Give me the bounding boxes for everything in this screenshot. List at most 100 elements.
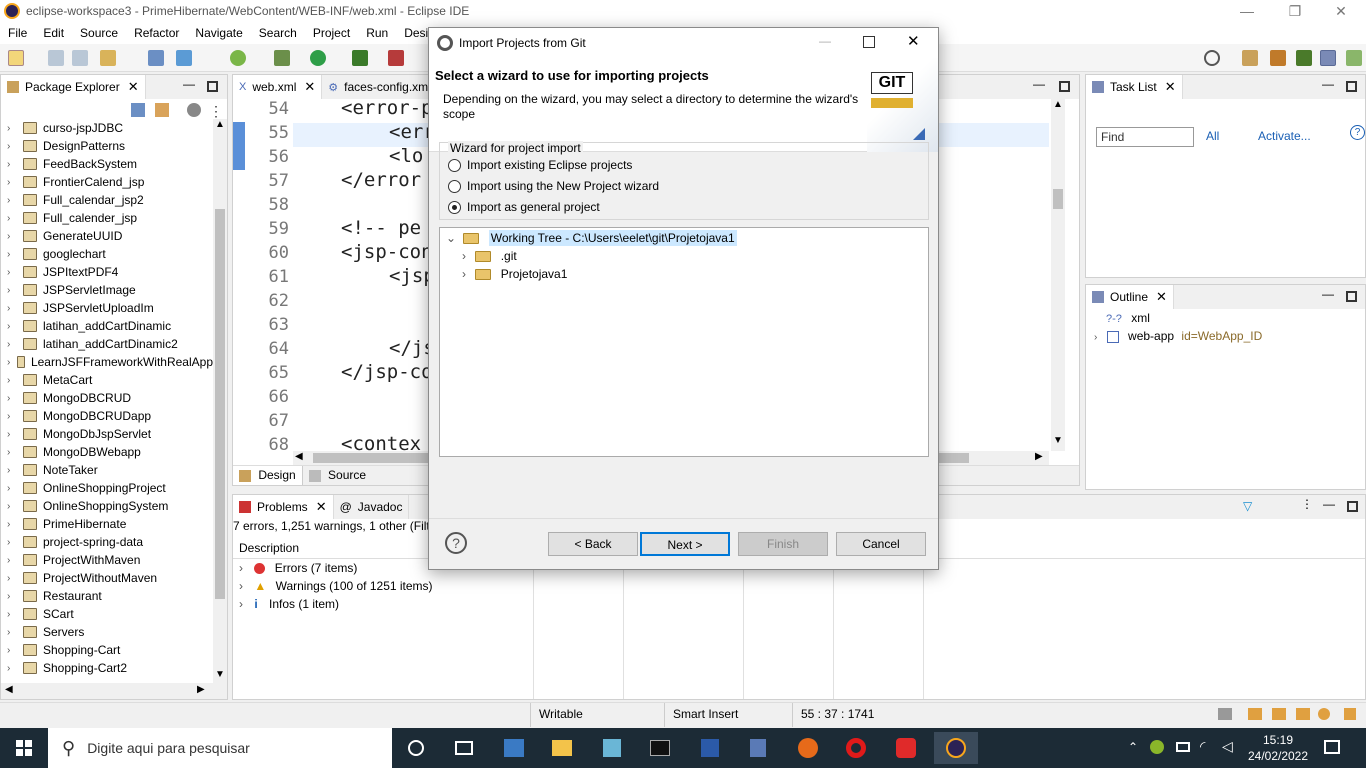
- outline-item-xml[interactable]: ?-? xml: [1106, 311, 1150, 325]
- tray-app-icon[interactable]: [1150, 740, 1164, 754]
- radio-existing-projects[interactable]: Import existing Eclipse projects: [448, 158, 632, 172]
- project-item[interactable]: › GenerateUUID: [1, 227, 213, 245]
- refresh-icon[interactable]: [230, 50, 246, 66]
- project-item[interactable]: › FrontierCalend_jsp: [1, 173, 213, 191]
- chevron-right-icon[interactable]: ›: [7, 321, 19, 332]
- project-item[interactable]: › JSPItextPDF4: [1, 263, 213, 281]
- minimize-view-button[interactable]: —: [1322, 77, 1334, 91]
- file-explorer-icon[interactable]: [540, 732, 584, 764]
- wifi-icon[interactable]: ◜: [1200, 738, 1205, 755]
- close-icon[interactable]: ✕: [316, 499, 327, 515]
- minimize-view-button[interactable]: —: [1323, 497, 1335, 511]
- project-item[interactable]: › latihan_addCartDinamic: [1, 317, 213, 335]
- menu-refactor[interactable]: Refactor: [126, 26, 187, 40]
- tab-design[interactable]: Design: [233, 466, 303, 485]
- chevron-right-icon[interactable]: ›: [239, 579, 243, 593]
- radio-general-project[interactable]: Import as general project: [448, 200, 600, 214]
- project-item[interactable]: › latihan_addCartDinamic2: [1, 335, 213, 353]
- chevron-right-icon[interactable]: ›: [7, 555, 19, 566]
- link-editor-icon[interactable]: [155, 103, 169, 117]
- cortana-icon[interactable]: [394, 732, 438, 764]
- notification-center-icon[interactable]: [1324, 740, 1340, 754]
- tree-item-working-tree[interactable]: ⌄ Working Tree - C:\Users\eelet\git\Proj…: [446, 230, 737, 246]
- project-item[interactable]: › DesignPatterns: [1, 137, 213, 155]
- filters-icon[interactable]: [187, 103, 201, 117]
- code-line[interactable]: <error-p: [341, 97, 433, 119]
- chevron-right-icon[interactable]: ›: [7, 573, 19, 584]
- vertical-scrollbar[interactable]: ▲ ▼: [213, 119, 227, 685]
- view-menu-icon[interactable]: ⋮: [1301, 497, 1313, 511]
- code-line[interactable]: <jsp-con: [341, 241, 433, 263]
- chevron-right-icon[interactable]: ›: [7, 627, 19, 638]
- taskbar-search-box[interactable]: ⚲ Digite aqui para pesquisar: [48, 728, 392, 768]
- maximize-view-button[interactable]: [207, 81, 218, 92]
- chevron-right-icon[interactable]: ›: [7, 195, 19, 206]
- project-item[interactable]: › MongoDBCRUDapp: [1, 407, 213, 425]
- menu-source[interactable]: Source: [72, 26, 126, 40]
- skip-breakpoints-icon[interactable]: [176, 50, 192, 66]
- cancel-button[interactable]: Cancel: [836, 532, 926, 556]
- chevron-right-icon[interactable]: ›: [7, 267, 19, 278]
- project-item[interactable]: › FeedBackSystem: [1, 155, 213, 173]
- start-button[interactable]: [16, 740, 32, 756]
- code-line[interactable]: <lo: [389, 145, 423, 167]
- chevron-right-icon[interactable]: ›: [7, 411, 19, 422]
- run-icon[interactable]: [310, 50, 326, 66]
- chevron-up-icon[interactable]: ⌃: [1128, 740, 1138, 754]
- project-item[interactable]: › googlechart: [1, 245, 213, 263]
- git-perspective-icon[interactable]: [1346, 50, 1362, 66]
- radio-new-project-wizard[interactable]: Import using the New Project wizard: [448, 179, 659, 193]
- restore-button[interactable]: ❐: [1272, 0, 1318, 22]
- search-icon[interactable]: [1204, 50, 1220, 66]
- chevron-right-icon[interactable]: ›: [7, 141, 19, 152]
- menu-run[interactable]: Run: [358, 26, 396, 40]
- menu-project[interactable]: Project: [305, 26, 358, 40]
- coverage-icon[interactable]: [352, 50, 368, 66]
- filter-icon[interactable]: ▽: [1243, 499, 1252, 513]
- chevron-right-icon[interactable]: ›: [7, 447, 19, 458]
- scrollbar-thumb[interactable]: [215, 209, 225, 599]
- project-item[interactable]: › JSPServletUploadIm: [1, 299, 213, 317]
- collapse-all-icon[interactable]: [131, 103, 145, 117]
- menu-edit[interactable]: Edit: [35, 26, 72, 40]
- editor-vertical-scrollbar[interactable]: ▲ ▼: [1051, 99, 1065, 451]
- chevron-right-icon[interactable]: ›: [7, 465, 19, 476]
- chevron-right-icon[interactable]: ›: [7, 537, 19, 548]
- project-item[interactable]: › Restaurant: [1, 587, 213, 605]
- chevron-right-icon[interactable]: ›: [462, 267, 466, 281]
- project-item[interactable]: › Full_calendar_jsp2: [1, 191, 213, 209]
- menu-file[interactable]: File: [0, 26, 35, 40]
- dialog-close-button[interactable]: ✕: [907, 32, 920, 50]
- save-all-icon[interactable]: [72, 50, 88, 66]
- tips-icon[interactable]: [1318, 708, 1330, 720]
- finish-button[interactable]: Finish: [738, 532, 828, 556]
- dialog-maximize-button[interactable]: [863, 36, 875, 48]
- chevron-right-icon[interactable]: ›: [7, 591, 19, 602]
- chevron-right-icon[interactable]: ›: [7, 249, 19, 260]
- problem-row-infos[interactable]: › i Infos (1 item): [239, 597, 339, 611]
- project-item[interactable]: › ProjectWithoutMaven: [1, 569, 213, 587]
- project-item[interactable]: › MongoDBWebapp: [1, 443, 213, 461]
- minimize-view-button[interactable]: —: [1033, 77, 1045, 91]
- chevron-right-icon[interactable]: ›: [7, 213, 19, 224]
- project-item[interactable]: › MongoDbJspServlet: [1, 425, 213, 443]
- eclipse-taskbar-icon[interactable]: [934, 732, 978, 764]
- tutorial-icon[interactable]: [1272, 708, 1286, 720]
- chevron-right-icon[interactable]: ›: [7, 429, 19, 440]
- build-icon[interactable]: [100, 50, 116, 66]
- problem-row-warnings[interactable]: › ▲ Warnings (100 of 1251 items): [239, 579, 433, 593]
- help-icon[interactable]: ?: [445, 532, 467, 554]
- firefox-icon[interactable]: [786, 732, 830, 764]
- battery-icon[interactable]: [1176, 742, 1190, 752]
- calculator-icon[interactable]: [736, 732, 780, 764]
- code-line[interactable]: <!-- pe: [341, 217, 421, 239]
- minimize-button[interactable]: —: [1224, 0, 1270, 22]
- java-perspective-icon[interactable]: [1320, 50, 1336, 66]
- project-item[interactable]: › JSPServletImage: [1, 281, 213, 299]
- problem-row-errors[interactable]: › Errors (7 items): [239, 561, 357, 575]
- code-line[interactable]: </jsp-co: [341, 361, 433, 383]
- word-icon[interactable]: [688, 732, 732, 764]
- pen-icon[interactable]: [1296, 708, 1310, 720]
- chevron-right-icon[interactable]: ›: [7, 375, 19, 386]
- project-item[interactable]: › Servers: [1, 623, 213, 641]
